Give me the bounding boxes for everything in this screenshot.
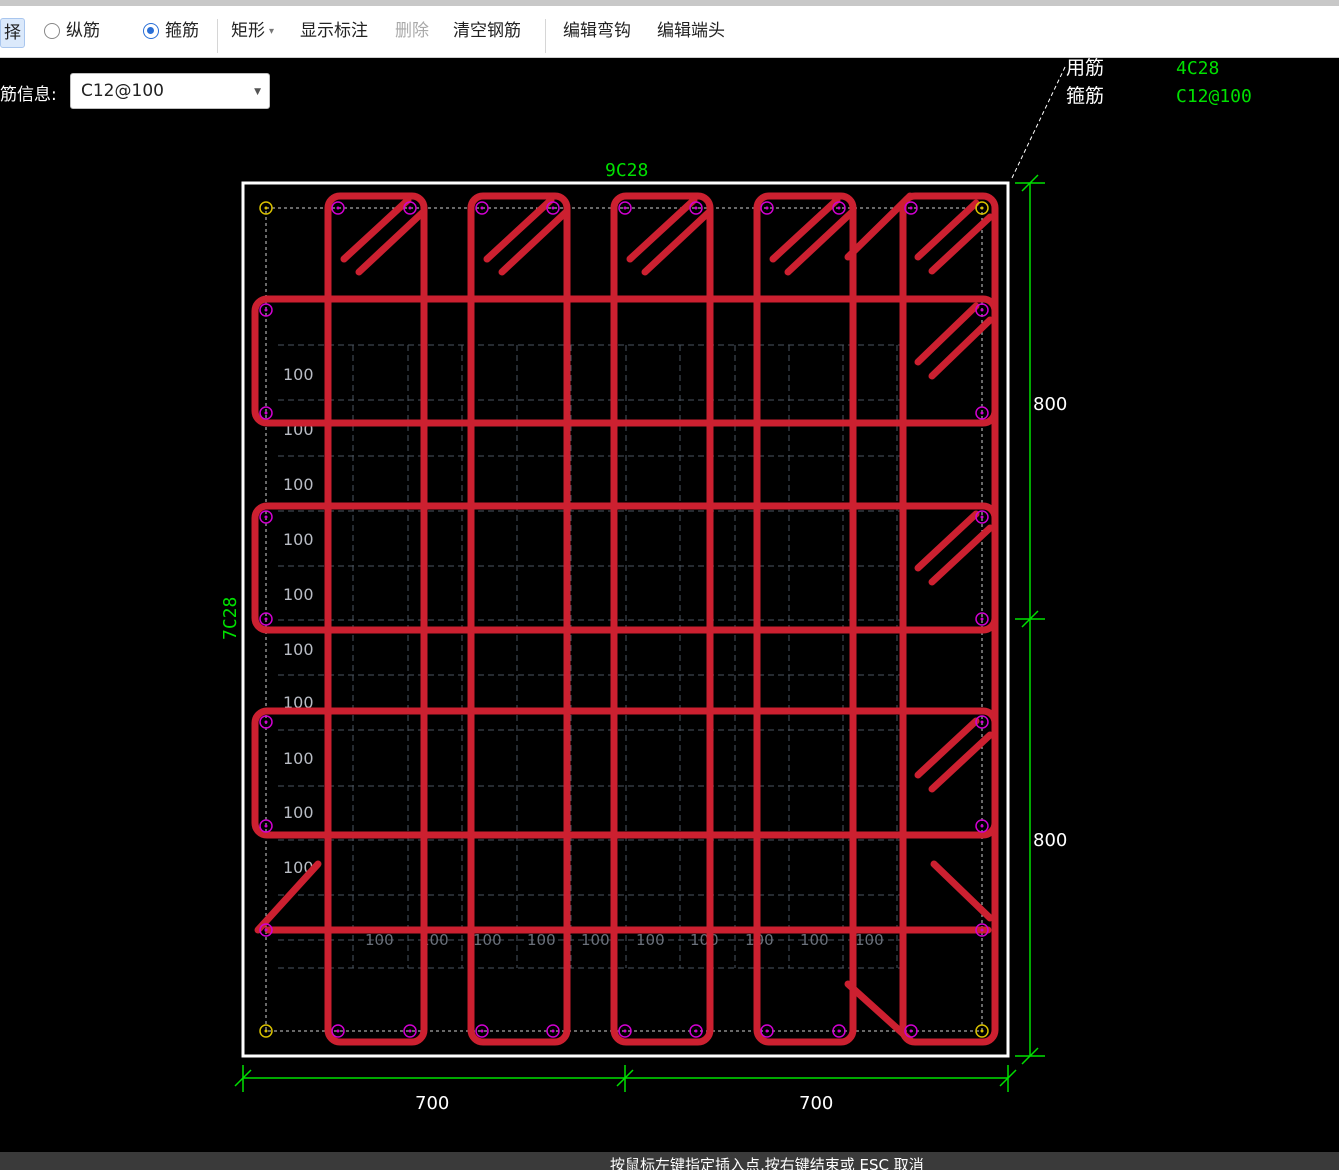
stirrup-hook[interactable] (928, 213, 994, 275)
spacing-label: 100 (365, 931, 394, 949)
stirrup-hook[interactable] (784, 209, 855, 276)
spacing-label: 100 (283, 530, 314, 549)
stirrup-hook[interactable] (914, 717, 980, 779)
longitudinal-bar-center (551, 206, 555, 210)
dim-bottom-right: 700 (799, 1093, 833, 1114)
stirrup-hook[interactable] (769, 196, 841, 263)
stirrup-hook[interactable] (914, 510, 980, 572)
corner-bar-center (980, 206, 984, 210)
stirrup-hook[interactable] (928, 731, 994, 793)
spacing-labels: 100 100 100 100 100 100 100 100 100 100 100 100 100 1… (283, 365, 884, 949)
stirrup-hook[interactable] (914, 302, 980, 366)
longitudinal-bar-center (980, 617, 984, 621)
spacing-label: 100 (581, 931, 610, 949)
longitudinal-bar-center (980, 515, 984, 519)
stirrup-hook[interactable] (340, 196, 412, 263)
spacing-label: 100 (855, 931, 884, 949)
longitudinal-bar-center (264, 928, 268, 932)
side-bars-label: 7C28 (220, 597, 241, 640)
dim-right-bottom: 800 (1033, 830, 1067, 851)
longitudinal-bar-center (694, 206, 698, 210)
longitudinal-bar-center (336, 1029, 340, 1033)
corner-bar-center (980, 1029, 984, 1033)
spacing-label: 100 (690, 931, 719, 949)
longitudinal-bar-center (480, 1029, 484, 1033)
section-canvas[interactable]: 用筋 4C28 箍筋 C12@100 100100100100100100100… (0, 0, 1339, 1150)
vertical-stirrup[interactable] (610, 192, 714, 1046)
longitudinal-bar-center (909, 206, 913, 210)
longitudinal-bar-center (980, 720, 984, 724)
longitudinal-bar-center (980, 928, 984, 932)
spacing-label: 100 (800, 931, 829, 949)
longitudinal-bar-center (837, 1029, 841, 1033)
spacing-label: 100 (283, 365, 314, 384)
legend-stirrup-label: 箍筋 (1066, 85, 1104, 107)
horizontal-stirrup[interactable] (251, 295, 999, 427)
spacing-label: 100 (473, 931, 502, 949)
leader-line (1011, 64, 1067, 179)
legend-corner-label: 用筋 (1066, 57, 1104, 79)
longitudinal-bar-center (694, 1029, 698, 1033)
stirrup-hook[interactable] (914, 199, 980, 261)
spacing-label: 100 (283, 640, 314, 659)
longitudinal-bar-center (765, 1029, 769, 1033)
spacing-label: 100 (636, 931, 665, 949)
longitudinal-bar-center (765, 206, 769, 210)
dim-bottom-left: 700 (415, 1093, 449, 1114)
longitudinal-bar-center (336, 206, 340, 210)
longitudinal-bar-center (264, 308, 268, 312)
spacing-label: 100 (283, 749, 314, 768)
longitudinal-bar-center (623, 1029, 627, 1033)
right-dimension (1015, 174, 1045, 1065)
spacing-label: 100 (527, 931, 556, 949)
longitudinal-bar-center (980, 824, 984, 828)
longitudinal-bar-center (551, 1029, 555, 1033)
longitudinal-bar-center (408, 1029, 412, 1033)
stirrup-group[interactable] (251, 192, 999, 1046)
background-grid (278, 344, 900, 969)
top-bars-label: 9C28 (605, 160, 648, 181)
stirrup-hook[interactable] (928, 316, 994, 380)
vertical-stirrup[interactable] (753, 192, 857, 1046)
longitudinal-bar-center (837, 206, 841, 210)
stirrup-hook[interactable] (641, 209, 712, 276)
corner-bar-center (264, 1029, 268, 1033)
vertical-stirrup[interactable] (467, 192, 571, 1046)
stirrup-hook[interactable] (498, 209, 569, 276)
spacing-label: 100 (283, 803, 314, 822)
bottom-dimension (234, 1065, 1017, 1092)
longitudinal-bar-center (264, 617, 268, 621)
stirrup-hook[interactable] (626, 196, 698, 263)
longitudinal-bar-center (980, 308, 984, 312)
longitudinal-bar-center (980, 411, 984, 415)
legend-corner-value: 4C28 (1176, 58, 1219, 79)
longitudinal-bar-center (909, 1029, 913, 1033)
longitudinal-bar-center (264, 824, 268, 828)
longitudinal-bar-center (264, 720, 268, 724)
dim-right-top: 800 (1033, 394, 1067, 415)
longitudinal-bar-center (623, 206, 627, 210)
longitudinal-bar-center (264, 411, 268, 415)
spacing-label: 100 (283, 475, 314, 494)
longitudinal-bar-center (480, 206, 484, 210)
vertical-stirrup[interactable] (324, 192, 428, 1046)
longitudinal-bar-center (264, 515, 268, 519)
stirrup-hook[interactable] (483, 196, 555, 263)
status-bar: 按鼠标左键指定插入点,按右键结束或 ESC 取消 (0, 1152, 1339, 1170)
status-text: 按鼠标左键指定插入点,按右键结束或 ESC 取消 (610, 1156, 924, 1170)
spacing-label: 100 (283, 585, 314, 604)
corner-bar-center (264, 206, 268, 210)
horizontal-stirrup[interactable] (251, 502, 999, 634)
longitudinal-bar-center (408, 206, 412, 210)
stirrup-hook[interactable] (355, 209, 426, 276)
stirrup-hook[interactable] (928, 524, 994, 586)
legend-stirrup-value: C12@100 (1176, 86, 1252, 107)
